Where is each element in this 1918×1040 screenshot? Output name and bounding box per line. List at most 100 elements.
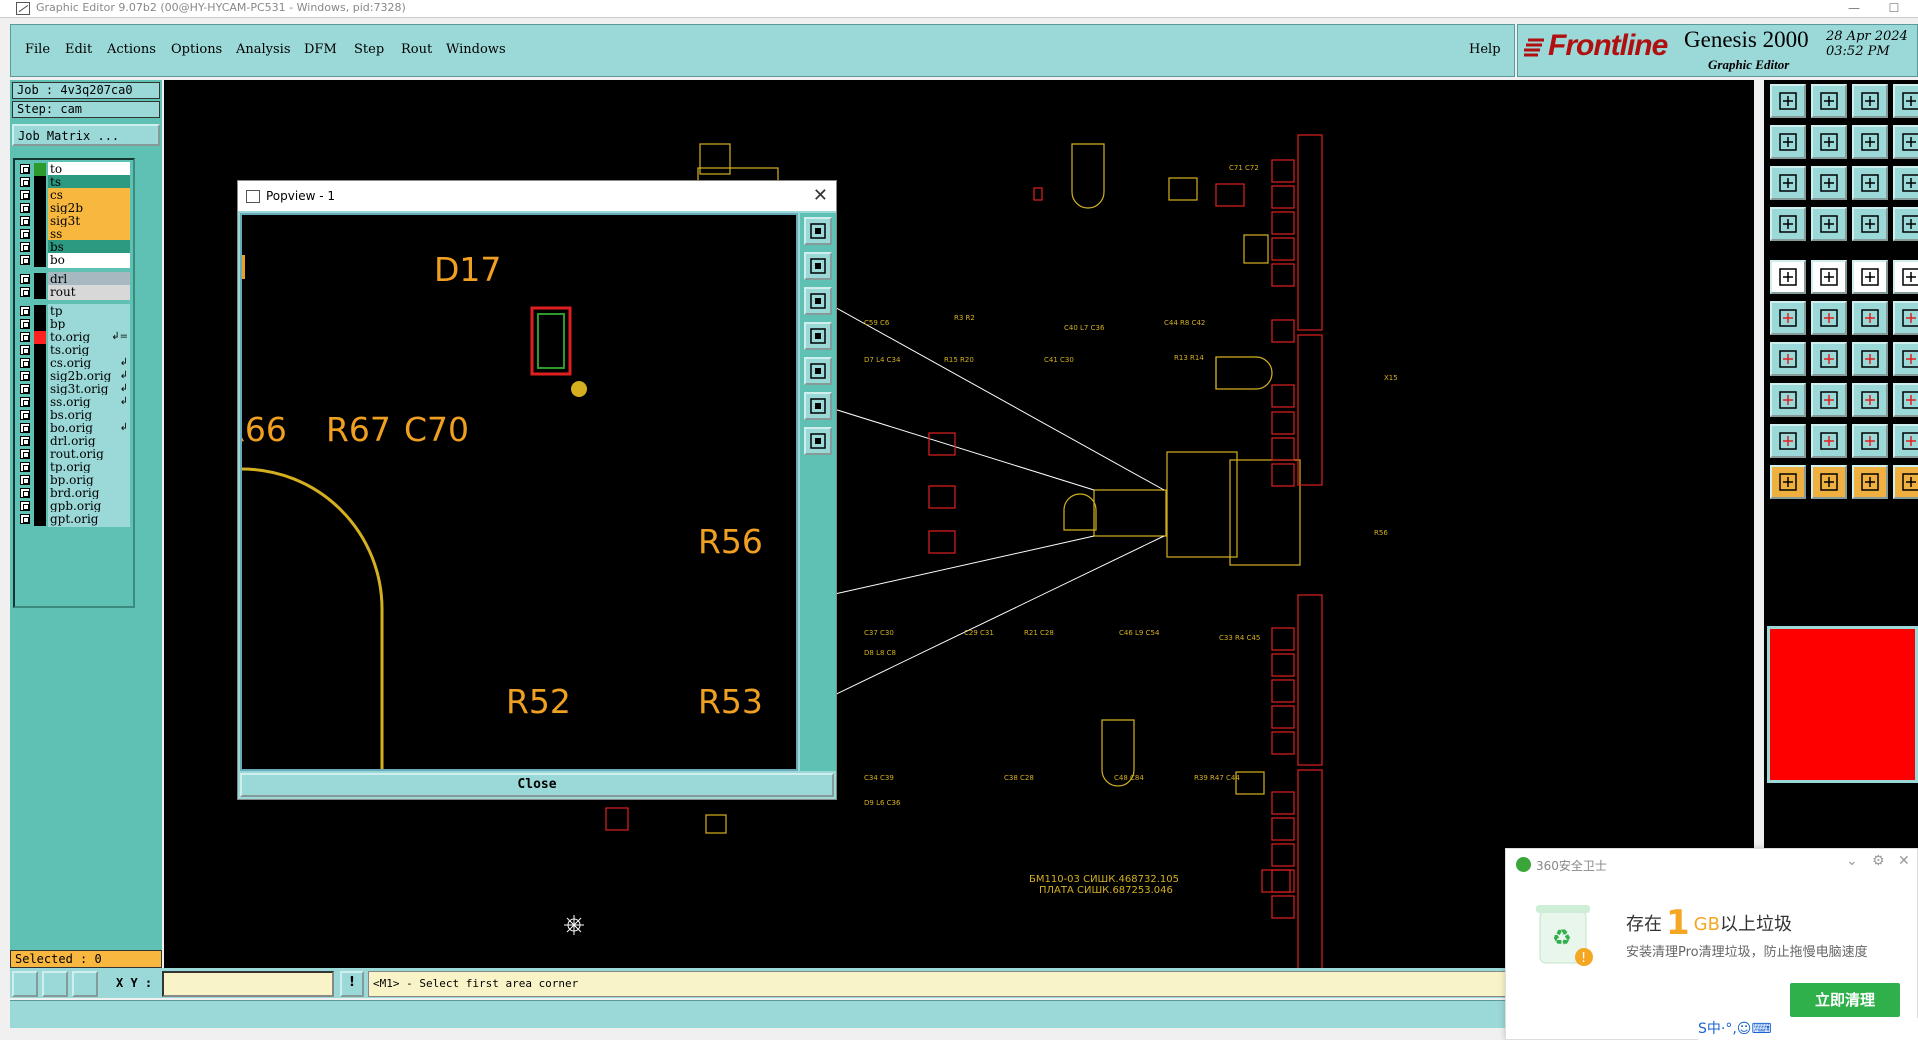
prev-button[interactable] [1770,125,1806,159]
collapse-icon[interactable]: ⌄ [1846,853,1858,869]
select-net-button[interactable] [1893,465,1918,499]
layer-checkbox[interactable] [20,190,30,200]
pop-left-button[interactable] [804,322,832,350]
pad-button[interactable] [1770,260,1806,294]
select-region-button[interactable] [1852,465,1888,499]
layer-row[interactable]: gpt.orig [17,512,132,527]
cluster-button[interactable] [1893,383,1918,417]
point-button[interactable] [1852,301,1888,335]
node-button[interactable] [1770,301,1806,335]
menu-step[interactable]: Step [354,42,384,57]
layer-checkbox[interactable] [20,410,30,420]
job-matrix-button[interactable]: Job Matrix ... [12,124,160,146]
pan-button[interactable] [1811,166,1847,200]
box-button[interactable] [1852,383,1888,417]
layer-checkbox[interactable] [20,475,30,485]
connect-button[interactable] [1893,207,1918,241]
rotate-button[interactable] [1852,342,1888,376]
pop-fit-button[interactable] [804,392,832,420]
layer-checkbox[interactable] [20,462,30,472]
layer-row[interactable]: rout [17,285,132,300]
layer-checkbox[interactable] [20,371,30,381]
flip-button[interactable] [1893,342,1918,376]
layer-color-swatch[interactable] [34,513,46,526]
xy-input[interactable] [162,971,334,997]
zoom-1to1-button[interactable] [1852,166,1888,200]
minus-button[interactable] [1811,383,1847,417]
layer-checkbox[interactable] [20,164,30,174]
snap-button[interactable] [1770,383,1806,417]
layer-checkbox[interactable] [20,332,30,342]
layer-checkbox[interactable] [20,255,30,265]
fit-button[interactable] [1770,166,1806,200]
select-button[interactable] [1770,465,1806,499]
layer-color-swatch[interactable] [34,254,46,267]
layer-name[interactable]: bo [48,253,130,268]
draw-button[interactable] [1770,207,1806,241]
ime-toolbar[interactable]: S中·°,☺⌨ [1698,1018,1918,1040]
menu-file[interactable]: File [25,42,50,57]
cross-button[interactable] [1811,301,1847,335]
help-button[interactable] [1893,166,1918,200]
shape-button[interactable] [1893,424,1918,458]
popview-close-button[interactable]: Close [240,773,834,797]
measure-mode-button[interactable] [42,971,68,997]
layer-checkbox[interactable] [20,229,30,239]
layer-checkbox[interactable] [20,345,30,355]
angle-button[interactable] [1770,342,1806,376]
layer-checkbox[interactable] [20,242,30,252]
layer-checkbox[interactable] [20,319,30,329]
import-button[interactable] [1811,84,1847,118]
arrow-up-button[interactable] [1811,424,1847,458]
a-button[interactable] [1852,424,1888,458]
layer-row[interactable]: bo [17,253,132,268]
next-button[interactable] [1811,125,1847,159]
layer-checkbox[interactable] [20,501,30,511]
menu-dfm[interactable]: DFM [304,42,337,57]
layer-checkbox[interactable] [20,436,30,446]
layer-name[interactable]: gpt.orig [48,512,130,527]
ruler-button[interactable] [1852,260,1888,294]
menu-analysis[interactable]: Analysis [236,42,291,57]
pop-zoom-button[interactable] [804,217,832,245]
undo-button[interactable] [1852,125,1888,159]
pop-up-button[interactable] [804,252,832,280]
grid-mode-button[interactable] [72,971,98,997]
layers-button[interactable] [1893,84,1918,118]
settings-icon[interactable]: ⚙ [1872,853,1885,869]
layer-checkbox[interactable] [20,216,30,226]
menu-rout[interactable]: Rout [401,42,432,57]
layer-checkbox[interactable] [20,358,30,368]
export-button[interactable] [1770,84,1806,118]
menu-windows[interactable]: Windows [446,42,506,57]
triangle-button[interactable] [1770,424,1806,458]
confirm-button[interactable]: ! [340,971,364,997]
minimize-button[interactable]: — [1834,0,1874,18]
menu-help[interactable]: Help [1469,42,1501,57]
link-button[interactable] [1893,301,1918,335]
home-button[interactable] [1852,84,1888,118]
grid-button[interactable] [1811,207,1847,241]
layer-checkbox[interactable] [20,177,30,187]
layer-color-swatch[interactable] [34,286,46,299]
layer-name[interactable]: rout [48,285,130,300]
select-box-button[interactable] [1811,465,1847,499]
clean-now-button[interactable]: 立即清理 [1790,983,1900,1017]
layer-checkbox[interactable] [20,397,30,407]
layer-checkbox[interactable] [20,514,30,524]
layer-checkbox[interactable] [20,306,30,316]
layer-checkbox[interactable] [20,274,30,284]
net-button[interactable] [1852,207,1888,241]
menu-edit[interactable]: Edit [65,42,92,57]
pop-right-button[interactable] [804,357,832,385]
layer-checkbox[interactable] [20,384,30,394]
dot-button[interactable] [1893,260,1918,294]
popview-canvas[interactable]: D17 R66 R67 C70 R56 R52 R53 [222,213,798,771]
snap-mode-button[interactable] [12,971,38,997]
menu-actions[interactable]: Actions [107,42,156,57]
redraw-button[interactable] [1893,125,1918,159]
maximize-button[interactable]: ☐ [1874,0,1914,18]
layer-checkbox[interactable] [20,488,30,498]
layer-checkbox[interactable] [20,287,30,297]
pop-shrink-button[interactable] [804,427,832,455]
